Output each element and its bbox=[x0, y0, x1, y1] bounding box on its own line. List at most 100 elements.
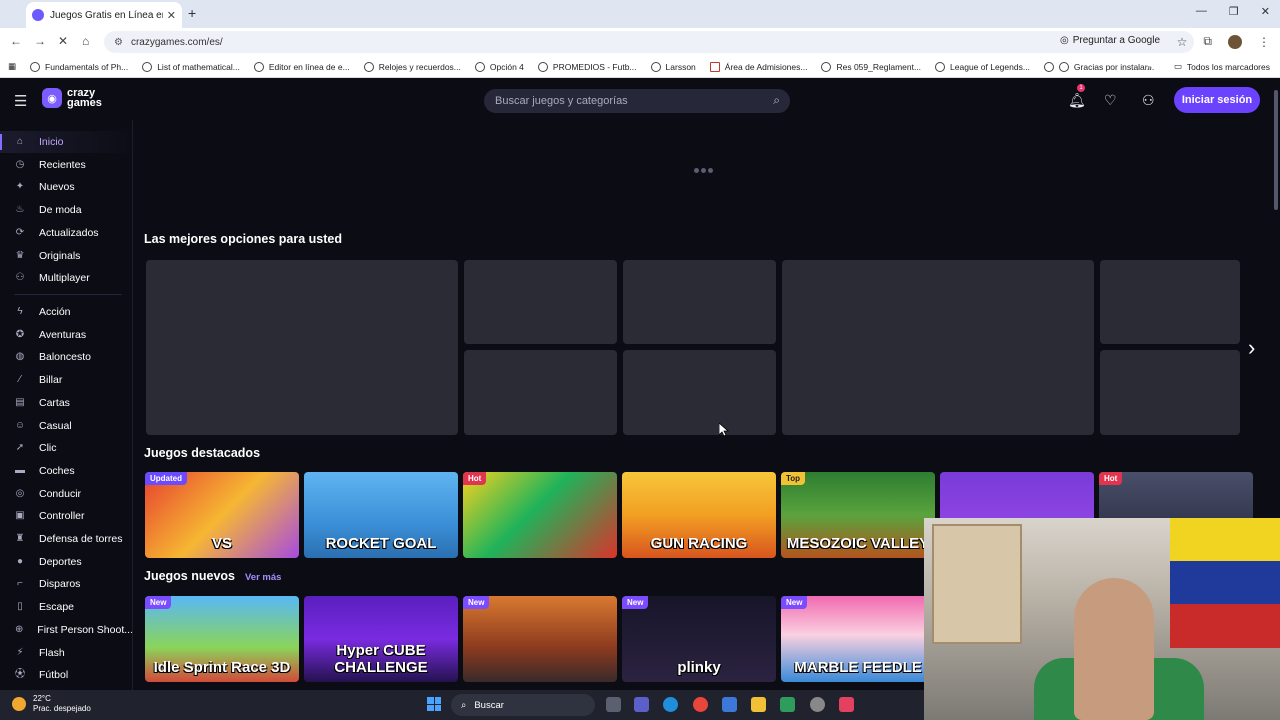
sidebar-item-clic[interactable]: ➚ Clic bbox=[0, 437, 132, 459]
bookmark-item[interactable]: Relojes y recuerdos... bbox=[363, 61, 461, 72]
crazygames-logo[interactable]: ◉ crazy games bbox=[42, 88, 102, 109]
sidebar-item-multiplayer[interactable]: ⚇ Multiplayer bbox=[0, 267, 132, 289]
game-placeholder-tile[interactable] bbox=[782, 260, 1094, 435]
sidebar-item-nuevos[interactable]: ✦ Nuevos bbox=[0, 176, 132, 198]
site-info-icon[interactable]: ⚙ bbox=[114, 37, 123, 48]
game-tile[interactable]: Hyper CUBE CHALLENGE bbox=[304, 596, 458, 682]
carousel-next-icon[interactable]: › bbox=[1248, 335, 1255, 361]
game-tile[interactable]: Updated VS bbox=[145, 472, 299, 558]
login-button[interactable]: Iniciar sesión bbox=[1174, 87, 1260, 113]
globe-icon bbox=[363, 61, 374, 72]
search-input[interactable]: Buscar juegos y categorías ⌕ bbox=[484, 89, 790, 113]
file-explorer-icon[interactable] bbox=[751, 697, 766, 712]
game-placeholder-tile[interactable] bbox=[623, 260, 776, 344]
friends-icon[interactable]: ⚇ bbox=[1142, 92, 1155, 109]
task-view-icon[interactable] bbox=[606, 697, 621, 712]
hamburger-menu-icon[interactable]: ☰ bbox=[14, 92, 27, 110]
game-tile[interactable]: Top MESOZOIC VALLEY bbox=[781, 472, 935, 558]
new-tab-button[interactable]: + bbox=[188, 5, 196, 21]
clock-icon: ◷ bbox=[15, 158, 25, 170]
sidebar-item-de-moda[interactable]: ♨ De moda bbox=[0, 199, 132, 221]
bookmark-item[interactable]: Fundamentals of Ph... bbox=[30, 61, 128, 72]
game-placeholder-tile[interactable] bbox=[623, 350, 776, 435]
extensions-icon[interactable]: ⧉ bbox=[1203, 34, 1212, 49]
notification-count-badge: 1 bbox=[1077, 84, 1085, 92]
bookmark-star-icon[interactable]: ☆ bbox=[1177, 35, 1188, 49]
weather-widget[interactable]: 22°C Prac. despejado bbox=[12, 694, 91, 714]
edge-icon[interactable] bbox=[663, 697, 678, 712]
game-placeholder-tile[interactable] bbox=[464, 260, 617, 344]
sidebar-item-disparos[interactable]: ⌐ Disparos bbox=[0, 573, 132, 595]
bookmark-item[interactable]: League of Legends... bbox=[935, 61, 1030, 72]
game-tile[interactable]: ROCKET GOAL bbox=[304, 472, 458, 558]
teams-icon[interactable] bbox=[634, 697, 649, 712]
browser-tab[interactable]: Juegos Gratis en Línea en Craz ✕ bbox=[26, 2, 182, 28]
sidebar-item-first-person-shoot-[interactable]: ⊕ First Person Shoot... bbox=[0, 619, 132, 641]
sidebar-item-recientes[interactable]: ◷ Recientes bbox=[0, 154, 132, 176]
sidebar-item-controller[interactable]: ▣ Controller bbox=[0, 505, 132, 527]
notifications-bell-icon[interactable]: 🔔︎ bbox=[1068, 92, 1086, 109]
bookmarks-overflow-button[interactable]: » bbox=[1147, 62, 1152, 72]
ask-google-button[interactable]: ◎ Preguntar a Google bbox=[1060, 35, 1160, 46]
sidebar-item-fútbol[interactable]: ⚽︎ Fútbol bbox=[0, 664, 132, 686]
bookmark-item[interactable]: Área de Admisiones... bbox=[709, 61, 807, 72]
sidebar-item-casual[interactable]: ☺ Casual bbox=[0, 415, 132, 437]
all-bookmarks-button[interactable]: Todos los marcadores bbox=[1187, 62, 1270, 72]
game-placeholder-tile[interactable] bbox=[1100, 260, 1240, 344]
favorites-heart-icon[interactable]: ♡ bbox=[1104, 92, 1117, 109]
sidebar-item-deportes[interactable]: ● Deportes bbox=[0, 551, 132, 573]
sidebar-item-originals[interactable]: ♛ Originals bbox=[0, 245, 132, 267]
minimize-icon[interactable]: — bbox=[1196, 5, 1207, 18]
sidebar-item-defensa-de-torres[interactable]: ♜ Defensa de torres bbox=[0, 528, 132, 550]
sidebar-item-coches[interactable]: ▬ Coches bbox=[0, 460, 132, 482]
bookmark-item[interactable]: Editor en línea de e... bbox=[253, 61, 350, 72]
sidebar-item-escape[interactable]: ▯ Escape bbox=[0, 596, 132, 618]
xbox-icon[interactable] bbox=[780, 697, 795, 712]
tiktok-icon[interactable] bbox=[839, 697, 854, 712]
sidebar-item-baloncesto[interactable]: ◍ Baloncesto bbox=[0, 346, 132, 368]
window-close-icon[interactable]: ✕ bbox=[1261, 5, 1270, 18]
windows-start-icon[interactable] bbox=[427, 697, 441, 711]
menu-kebab-icon[interactable]: ⋮ bbox=[1258, 35, 1270, 49]
game-tile[interactable]: New MARBLE FEEDLE bbox=[781, 596, 935, 682]
sidebar-item-inicio[interactable]: ⌂ Inicio bbox=[0, 131, 132, 153]
game-placeholder-tile[interactable] bbox=[146, 260, 458, 435]
game-tile[interactable]: New plinky bbox=[622, 596, 776, 682]
profile-avatar[interactable] bbox=[1228, 34, 1242, 49]
bookmark-item[interactable]: Res 059_Reglament... bbox=[821, 61, 921, 72]
bookmark-item[interactable]: Larsson bbox=[650, 61, 696, 72]
bookmark-item[interactable]: PROMEDIOS - Futb... bbox=[537, 61, 637, 72]
stop-loading-icon[interactable]: ✕ bbox=[58, 34, 68, 48]
game-placeholder-tile[interactable] bbox=[464, 350, 617, 435]
home-icon[interactable]: ⌂ bbox=[82, 34, 89, 48]
forward-icon[interactable]: → bbox=[34, 34, 46, 48]
game-tile[interactable]: Hot bbox=[463, 472, 617, 558]
bookmark-item[interactable]: List of mathematical... bbox=[142, 61, 240, 72]
see-more-link[interactable]: Ver más bbox=[245, 572, 281, 583]
sidebar-item-cartas[interactable]: ▤ Cartas bbox=[0, 392, 132, 414]
app-icon[interactable] bbox=[810, 697, 825, 712]
scrollbar-thumb[interactable] bbox=[1274, 90, 1278, 210]
sidebar-item-aventuras[interactable]: ✪ Aventuras bbox=[0, 324, 132, 346]
game-tile[interactable]: New bbox=[463, 596, 617, 682]
search-icon[interactable]: ⌕ bbox=[773, 93, 780, 108]
game-placeholder-tile[interactable] bbox=[1100, 350, 1240, 435]
game-tile[interactable]: GUN RACING bbox=[622, 472, 776, 558]
sidebar-item-actualizados[interactable]: ⟳ Actualizados bbox=[0, 222, 132, 244]
sidebar-item-flash[interactable]: ⚡︎ Flash bbox=[0, 642, 132, 664]
taskbar-search[interactable]: ⌕ Buscar bbox=[451, 694, 595, 716]
game-tile[interactable]: New Idle Sprint Race 3D bbox=[145, 596, 299, 682]
maximize-icon[interactable]: ❐ bbox=[1229, 5, 1239, 18]
bookmark-item[interactable]: Opción 4 bbox=[474, 61, 524, 72]
chrome-icon[interactable] bbox=[693, 697, 708, 712]
sidebar-item-acción[interactable]: ϟ Acción bbox=[0, 301, 132, 323]
webcam-flag bbox=[1170, 518, 1280, 648]
sidebar-item-billar[interactable]: ⁄ Billar bbox=[0, 369, 132, 391]
back-icon[interactable]: ← bbox=[10, 34, 22, 48]
sidebar-item-conducir[interactable]: ◎ Conducir bbox=[0, 483, 132, 505]
address-bar[interactable]: ⚙ crazygames.com/es/ bbox=[104, 31, 1194, 53]
tab-close-icon[interactable]: ✕ bbox=[167, 9, 176, 22]
store-icon[interactable] bbox=[722, 697, 737, 712]
apps-grid-icon[interactable]: ▦ bbox=[8, 61, 16, 72]
bookmark-item[interactable]: Gracias por instalar... bbox=[1043, 61, 1154, 72]
